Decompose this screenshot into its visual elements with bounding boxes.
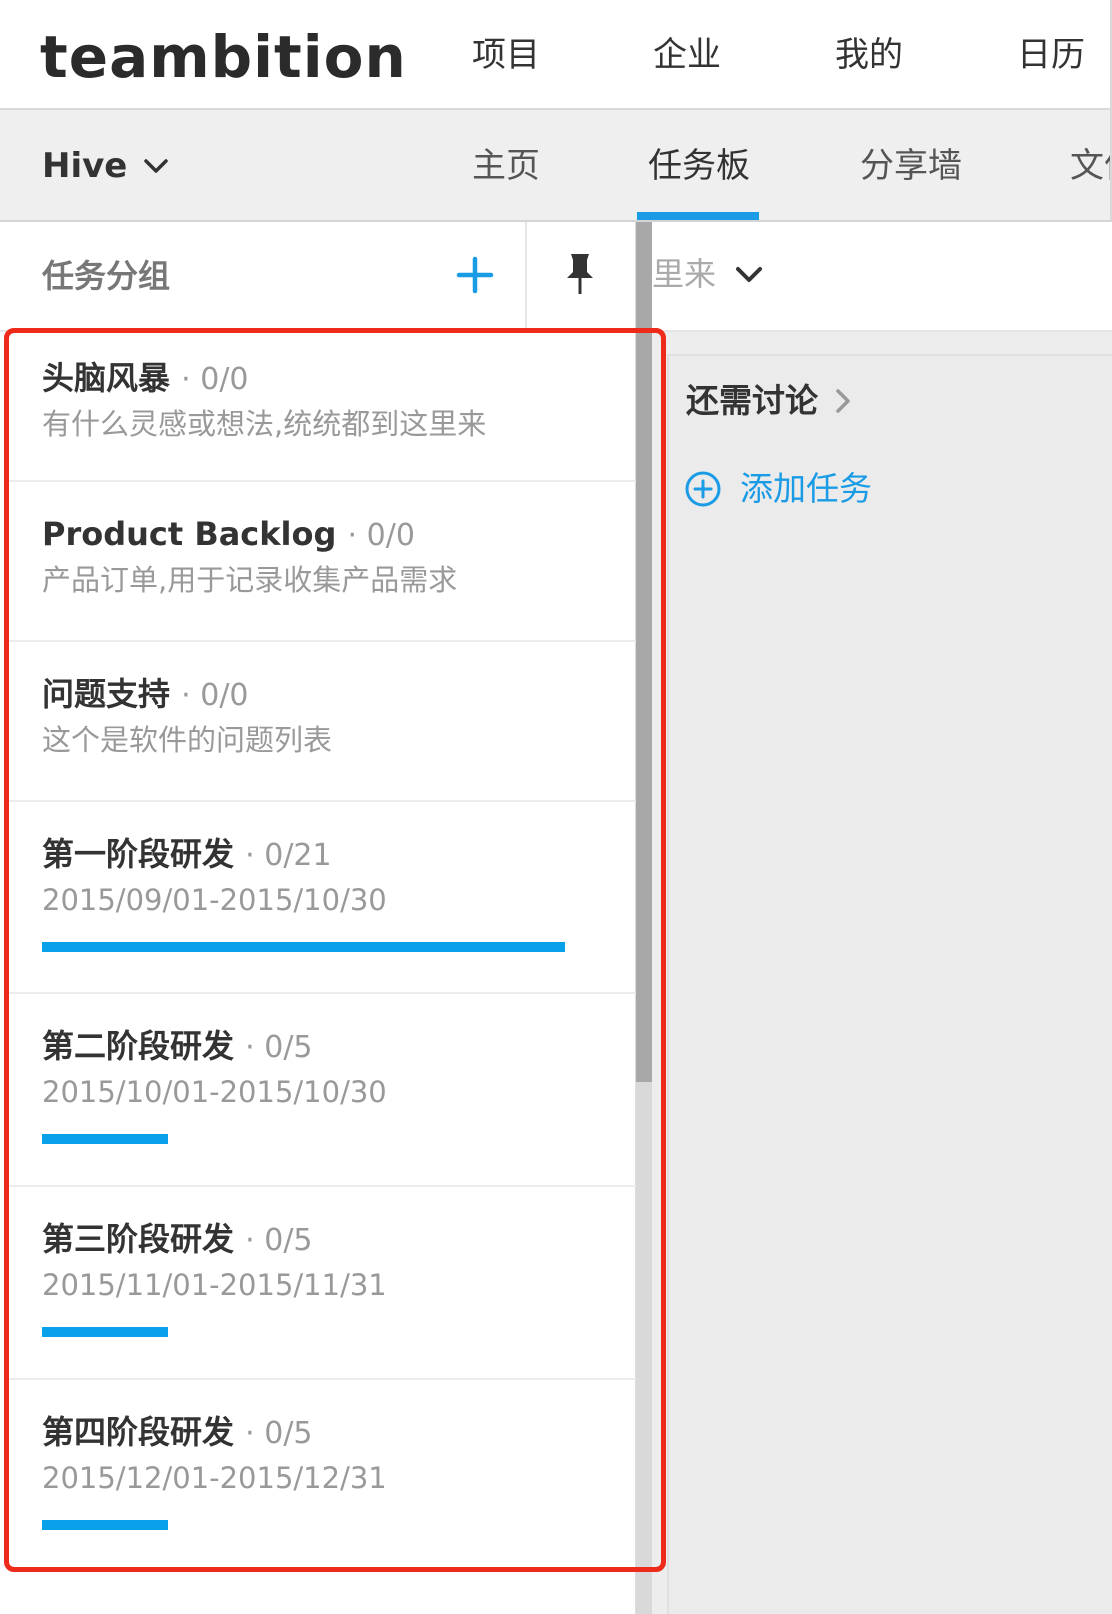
stage-column: [667, 354, 1112, 1614]
group-description: 有什么灵感或想法,统统都到这里来: [42, 407, 487, 441]
group-name: 第一阶段研发: [42, 835, 235, 873]
header-divider: [525, 222, 527, 330]
tab-files[interactable]: 文件: [1070, 144, 1110, 188]
stage-title-label: 还需讨论: [686, 381, 818, 420]
group-name: 第四阶段研发: [42, 1413, 235, 1451]
group-selector-label: 里来: [652, 255, 717, 293]
board-header: 里来: [652, 222, 1112, 332]
tab-home[interactable]: 主页: [472, 144, 540, 188]
group-count: · 0/21: [245, 838, 332, 873]
task-group-sidebar: 任务分组 头脑风暴 · 0/0 有什么灵感或想法,统统都到这里来 Product…: [0, 222, 636, 1614]
group-progress-bar: [42, 1520, 168, 1530]
group-date-range: 2015/10/01-2015/10/30: [42, 1075, 387, 1109]
group-item[interactable]: 第三阶段研发 · 0/5 2015/11/01-2015/11/31: [8, 1187, 636, 1380]
group-count: · 0/5: [245, 1416, 313, 1451]
group-item[interactable]: 问题支持 · 0/0 这个是软件的问题列表: [8, 642, 636, 802]
group-item[interactable]: 第二阶段研发 · 0/5 2015/10/01-2015/10/30: [8, 994, 636, 1187]
tab-share-wall[interactable]: 分享墙: [860, 144, 962, 188]
group-count: · 0/5: [245, 1030, 313, 1065]
tab-board[interactable]: 任务板: [648, 144, 750, 188]
group-description: 产品订单,用于记录收集产品需求: [42, 563, 458, 597]
group-name: 头脑风暴: [42, 359, 171, 397]
group-name: 问题支持: [42, 675, 171, 713]
group-progress-bar: [42, 1327, 168, 1337]
chevron-down-icon: [144, 159, 169, 173]
group-date-range: 2015/12/01-2015/12/31: [42, 1461, 387, 1495]
chevron-down-icon: [736, 267, 763, 282]
group-selector[interactable]: 里来: [652, 252, 764, 296]
stage-title[interactable]: 还需讨论: [686, 378, 854, 424]
nav-calendar[interactable]: 日历: [1017, 30, 1085, 80]
add-task-button[interactable]: 添加任务: [684, 466, 872, 512]
project-name: Hive: [42, 146, 128, 186]
group-item[interactable]: Product Backlog · 0/0 产品订单,用于记录收集产品需求: [8, 482, 636, 642]
group-item[interactable]: 第一阶段研发 · 0/21 2015/09/01-2015/10/30: [8, 802, 636, 994]
sidebar-scrollbar-thumb[interactable]: [636, 222, 652, 1082]
sidebar-title: 任务分组: [42, 257, 171, 295]
group-count: · 0/0: [181, 678, 249, 713]
add-task-label: 添加任务: [740, 469, 872, 508]
chevron-right-icon: [836, 389, 850, 413]
group-date-range: 2015/11/01-2015/11/31: [42, 1268, 387, 1302]
add-group-icon[interactable]: [452, 252, 498, 298]
top-navbar: teambition 项目 企业 我的 日历: [0, 0, 1112, 110]
nav-projects[interactable]: 项目: [472, 30, 540, 80]
group-item[interactable]: 头脑风暴 · 0/0 有什么灵感或想法,统统都到这里来: [8, 326, 636, 482]
group-count: · 0/0: [347, 518, 415, 553]
nav-enterprise[interactable]: 企业: [653, 30, 721, 80]
group-count: · 0/5: [245, 1223, 313, 1258]
group-name: 第三阶段研发: [42, 1220, 235, 1258]
group-count: · 0/0: [181, 362, 249, 397]
group-progress-bar: [42, 1134, 168, 1144]
group-name: Product Backlog: [42, 515, 337, 553]
group-date-range: 2015/09/01-2015/10/30: [42, 883, 387, 917]
sidebar-header: 任务分组: [0, 222, 636, 332]
group-name: 第二阶段研发: [42, 1027, 235, 1065]
teambition-logo[interactable]: teambition: [40, 22, 407, 92]
group-progress-bar: [42, 942, 565, 952]
active-tab-indicator: [637, 212, 759, 220]
project-bar: Hive 主页 任务板 分享墙 文件: [0, 110, 1112, 222]
group-description: 这个是软件的问题列表: [42, 723, 333, 757]
nav-mine[interactable]: 我的: [835, 30, 903, 80]
project-switcher[interactable]: Hive: [42, 144, 169, 188]
add-circle-icon: [685, 471, 721, 507]
pin-icon[interactable]: [560, 250, 600, 298]
group-item[interactable]: 第四阶段研发 · 0/5 2015/12/01-2015/12/31: [8, 1380, 636, 1570]
